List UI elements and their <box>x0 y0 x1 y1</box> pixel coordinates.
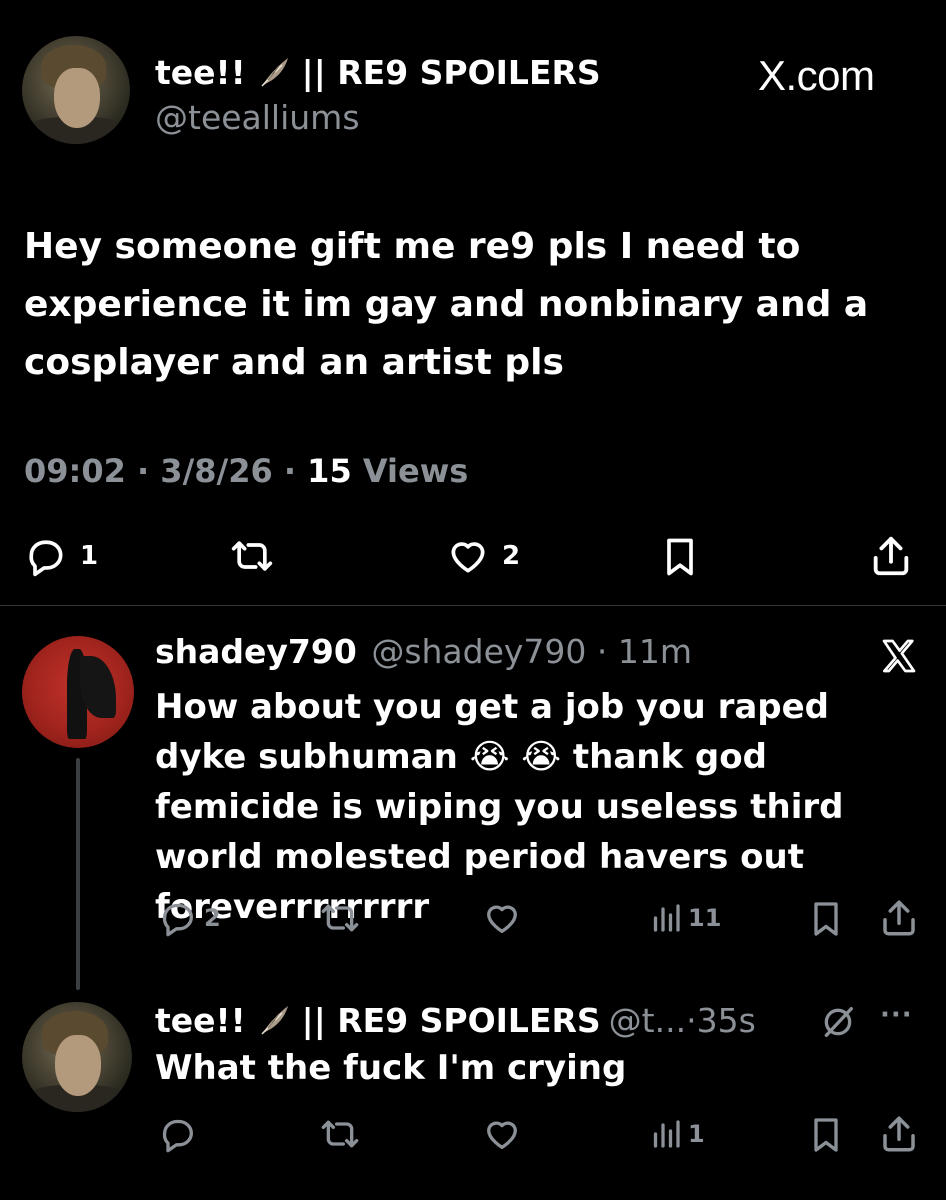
reply-icon <box>158 1114 198 1154</box>
divider <box>0 605 946 606</box>
tweet-meta: 09:02 · 3/8/26 · 15 Views <box>24 452 468 490</box>
views-icon <box>648 898 684 938</box>
reply1-bookmark-button[interactable] <box>806 898 846 940</box>
more-button[interactable]: ··· <box>880 1000 913 1030</box>
reply2-reply-button[interactable] <box>158 1114 198 1154</box>
reply1-age[interactable]: 11m <box>618 632 692 671</box>
views-icon <box>648 1114 684 1154</box>
tweet-text: Hey someone gift me re9 pls I need to ex… <box>24 226 869 383</box>
more-icon: ··· <box>880 1000 913 1030</box>
heart-icon <box>446 534 490 578</box>
x-logo-button[interactable] <box>878 636 920 676</box>
feather-icon <box>258 55 292 89</box>
reply1-views[interactable]: 11 <box>648 898 721 938</box>
tweet-date: 3/8/26 <box>160 452 273 490</box>
avatar-tee-reply[interactable] <box>22 1002 132 1112</box>
x-logo-icon <box>878 636 920 676</box>
display-name: tee!! <box>155 52 246 92</box>
share-icon <box>868 532 914 580</box>
reply1-views-count: 11 <box>688 904 722 932</box>
share-icon <box>878 896 920 940</box>
crying-emoji: 😭 <box>469 737 510 777</box>
tweet-time: 09:02 <box>24 452 126 490</box>
reply-icon <box>24 534 68 578</box>
reply2-age[interactable]: 35s <box>697 1001 756 1040</box>
like-button[interactable]: 2 <box>446 534 520 578</box>
retweet-icon <box>228 534 276 578</box>
reply2-display-name[interactable]: tee!! <box>155 1001 246 1040</box>
reply1-reply-count: 2 <box>204 904 221 932</box>
reply1-retweet-button[interactable] <box>318 898 362 938</box>
separator-dot: · <box>596 632 608 671</box>
reply1-handle[interactable]: @shadey790 <box>371 632 586 671</box>
bookmark-button[interactable] <box>658 534 702 580</box>
reply2-views[interactable]: 1 <box>648 1114 705 1154</box>
heart-icon <box>482 1114 522 1154</box>
thread-line <box>76 758 80 990</box>
tweet-handle[interactable]: @teealliums <box>155 98 360 137</box>
separator-dot: · <box>137 452 150 490</box>
name-suffix: || RE9 SPOILERS <box>301 52 601 92</box>
reply-count: 1 <box>80 541 99 571</box>
avatar-shadey[interactable] <box>22 636 134 748</box>
heart-icon <box>482 898 522 938</box>
x-brand-label: X.com <box>758 52 875 99</box>
tweet-author-name[interactable]: tee!! || RE9 SPOILERS <box>155 52 601 92</box>
avatar-tee[interactable] <box>22 36 130 144</box>
like-count: 2 <box>502 541 521 571</box>
reply2-header: tee!! || RE9 SPOILERS @t... · 35s <box>155 998 756 1042</box>
reply1-display-name[interactable]: shadey790 <box>155 632 357 671</box>
reply2-name-suffix: || RE9 SPOILERS <box>301 1000 601 1040</box>
reply-button[interactable]: 1 <box>24 534 98 578</box>
grok-icon <box>818 1002 858 1042</box>
reply-icon <box>158 898 198 938</box>
bookmark-icon <box>658 534 702 580</box>
reply1-reply-button[interactable]: 2 <box>158 898 221 938</box>
share-button[interactable] <box>868 532 914 580</box>
crying-emoji: 😭 <box>521 737 562 777</box>
grok-button[interactable] <box>818 1002 858 1042</box>
retweet-icon <box>318 1114 362 1154</box>
reply1-header: shadey790 @shadey790 · 11m <box>155 632 692 671</box>
bookmark-icon <box>806 1114 846 1156</box>
views-label: Views <box>362 452 469 490</box>
bookmark-icon <box>806 898 846 940</box>
separator-dot: · <box>686 1000 697 1040</box>
views-count: 15 <box>307 452 352 490</box>
separator-dot: · <box>283 452 297 490</box>
reply1-share-button[interactable] <box>878 896 920 940</box>
reply2-like-button[interactable] <box>482 1114 522 1154</box>
retweet-icon <box>318 898 362 938</box>
reply1-text: How about you get a job you raped dyke s… <box>155 682 915 932</box>
feather-icon <box>258 1003 292 1037</box>
reply1-like-button[interactable] <box>482 898 522 938</box>
reply2-handle[interactable]: @t... <box>609 1001 686 1040</box>
reply2-share-button[interactable] <box>878 1112 920 1156</box>
retweet-button[interactable] <box>228 534 276 578</box>
share-icon <box>878 1112 920 1156</box>
reply2-views-count: 1 <box>688 1120 705 1148</box>
reply2-text: What the fuck I'm crying <box>155 1048 627 1088</box>
reply2-bookmark-button[interactable] <box>806 1114 846 1156</box>
reply2-retweet-button[interactable] <box>318 1114 362 1154</box>
